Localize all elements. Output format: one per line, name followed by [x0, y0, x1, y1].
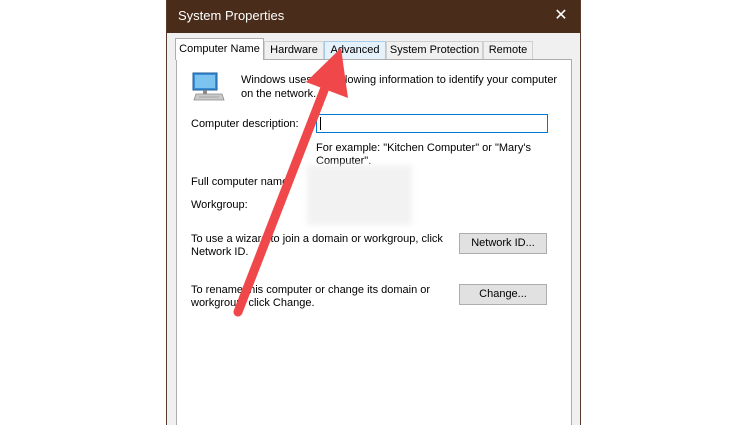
change-button[interactable]: Change... — [459, 284, 547, 305]
intro-text-line2: on the network. — [241, 88, 317, 100]
computer-description-input[interactable] — [316, 114, 548, 133]
network-id-text-line2: Network ID. — [191, 246, 249, 258]
title-bar[interactable]: System Properties ✕ — [167, 0, 580, 33]
network-id-button[interactable]: Network ID... — [459, 233, 547, 254]
intro-text-line1: Windows uses the following information t… — [241, 74, 558, 86]
network-id-text-line1: To use a wizard to join a domain or work… — [191, 233, 443, 245]
text-caret — [320, 117, 321, 130]
tab-strip: Computer Name Hardware Advanced System P… — [175, 38, 575, 60]
tab-computer-name[interactable]: Computer Name — [175, 38, 264, 60]
full-computer-name-label: Full computer name: — [191, 176, 292, 188]
computer-monitor-icon — [192, 72, 225, 101]
tab-hardware[interactable]: Hardware — [264, 41, 324, 59]
tab-remote[interactable]: Remote — [483, 41, 533, 59]
rename-text-line2: workgroup, click Change. — [191, 297, 315, 309]
computer-description-label: Computer description: — [191, 118, 299, 130]
workgroup-label: Workgroup: — [191, 199, 248, 211]
redacted-values — [307, 165, 412, 225]
close-icon[interactable]: ✕ — [546, 2, 576, 30]
example-text-line1: For example: "Kitchen Computer" or "Mary… — [316, 142, 531, 154]
system-properties-window: System Properties ✕ Computer Name Hardwa… — [166, 0, 581, 425]
tab-system-protection[interactable]: System Protection — [386, 41, 483, 59]
rename-text-line1: To rename this computer or change its do… — [191, 284, 431, 296]
window-title: System Properties — [178, 8, 285, 23]
tab-advanced[interactable]: Advanced — [324, 41, 386, 59]
